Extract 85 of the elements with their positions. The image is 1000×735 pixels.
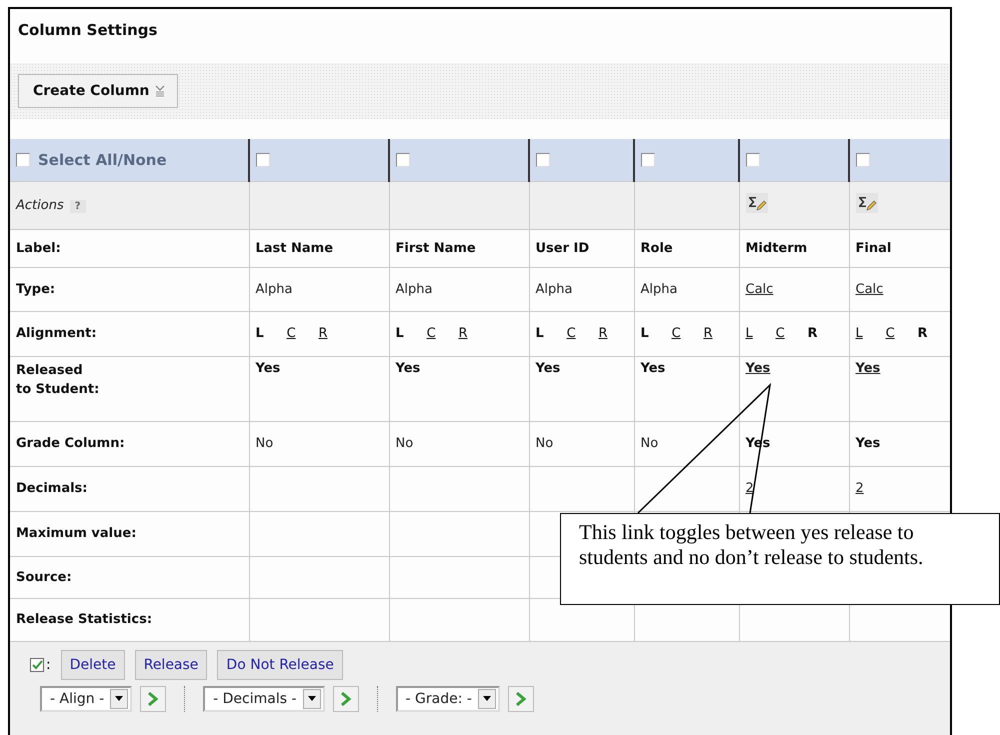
chevron-right-icon — [147, 692, 160, 706]
actions-label: Actions — [16, 198, 64, 212]
row-label: Release Statistics: — [16, 611, 154, 629]
type-text: Alpha — [640, 282, 678, 296]
grade-value: No — [396, 436, 414, 451]
alignment-option[interactable]: R — [318, 326, 328, 341]
chevron-right-icon — [340, 692, 352, 706]
row-label: Maximum value: — [16, 525, 138, 543]
column-label: Final — [856, 240, 892, 256]
alignment-option[interactable]: C — [672, 326, 681, 341]
alignment-option[interactable]: C — [286, 326, 296, 341]
type-link[interactable]: Calc — [856, 282, 884, 296]
checkbox[interactable] — [856, 152, 870, 167]
alignment-option[interactable]: C — [776, 326, 785, 341]
select-all-label[interactable]: Select All/None — [38, 150, 167, 169]
alignment-option: L — [396, 326, 404, 341]
released-value: Yes — [640, 360, 666, 376]
go-button[interactable] — [140, 686, 166, 712]
checkbox[interactable] — [256, 152, 270, 167]
alignment-option: L — [536, 326, 544, 341]
alignment-option[interactable]: C — [426, 326, 436, 341]
alignment-option[interactable]: C — [566, 326, 576, 341]
type-text: Alpha — [536, 282, 572, 296]
dropdown-select[interactable]: - Decimals - — [203, 686, 325, 712]
action-button[interactable]: Release — [134, 650, 208, 680]
type-link[interactable]: Calc — [746, 282, 774, 296]
row-label: Alignment: — [16, 325, 98, 343]
checkbox[interactable] — [746, 152, 760, 167]
callout-note: This link toggles between yes release to students and no don’t release to students. — [560, 513, 1000, 605]
row-label: Released to Student: — [16, 362, 100, 398]
alignment-option: R — [917, 326, 928, 341]
decimals-link[interactable]: 2 — [746, 481, 754, 496]
row-label: Decimals: — [16, 480, 88, 498]
alignment-option: L — [640, 326, 649, 341]
help-button[interactable]: ? — [70, 200, 86, 212]
released-value: Yes — [396, 360, 420, 376]
decimals-link[interactable]: 2 — [856, 481, 864, 496]
alignment-option: L — [256, 326, 264, 341]
alignment-option[interactable]: L — [746, 326, 753, 341]
checkbox[interactable] — [16, 152, 30, 167]
checkbox-icon — [30, 658, 44, 672]
dropdown-arrow-icon — [308, 696, 316, 701]
column-label: User ID — [536, 240, 590, 256]
row-label: Type: — [16, 280, 56, 298]
go-button[interactable] — [332, 686, 359, 712]
alignment-option[interactable]: R — [458, 326, 468, 341]
grade-value: No — [536, 436, 554, 451]
dropdown-select[interactable]: - Align - — [40, 686, 132, 712]
column-label: Role — [640, 240, 673, 256]
page-title: Column Settings — [17, 20, 158, 41]
create-column-button[interactable]: Create Column — [18, 74, 178, 108]
grade-value: Yes — [856, 436, 880, 451]
column-label: Midterm — [746, 240, 808, 256]
dropdown-select[interactable]: - Grade: - — [396, 686, 500, 712]
chevron-right-icon — [514, 692, 527, 706]
checkbox[interactable] — [536, 152, 550, 167]
released-link[interactable]: Yes — [746, 360, 770, 376]
sigma-pencil-icon[interactable] — [746, 193, 768, 213]
alignment-option[interactable]: L — [856, 326, 863, 341]
sigma-pencil-icon[interactable] — [856, 193, 878, 213]
grade-value: No — [256, 436, 274, 451]
released-value: Yes — [256, 360, 280, 376]
action-button[interactable]: Delete — [60, 650, 125, 680]
alignment-option[interactable]: R — [598, 326, 608, 341]
dropdown-arrow-icon — [115, 696, 124, 701]
menu-icon — [155, 85, 166, 97]
grade-value: No — [640, 436, 658, 451]
column-label: First Name — [396, 240, 476, 256]
checkbox[interactable] — [396, 152, 410, 167]
dropdown-arrow-icon — [482, 696, 491, 701]
row-label: Label: — [16, 240, 62, 258]
action-button[interactable]: Do Not Release — [217, 650, 343, 680]
colon-text: : — [46, 656, 51, 672]
alignment-option[interactable]: R — [703, 326, 712, 341]
type-text: Alpha — [396, 282, 432, 296]
released-link[interactable]: Yes — [856, 360, 880, 376]
go-button[interactable] — [508, 686, 534, 712]
row-label: Grade Column: — [16, 435, 126, 453]
alignment-option[interactable]: C — [886, 326, 895, 341]
alignment-option: R — [807, 326, 818, 341]
row-label: Source: — [16, 568, 73, 586]
column-label: Last Name — [256, 240, 334, 256]
checkbox[interactable] — [641, 152, 655, 167]
released-value: Yes — [536, 360, 560, 376]
type-text: Alpha — [256, 282, 292, 296]
